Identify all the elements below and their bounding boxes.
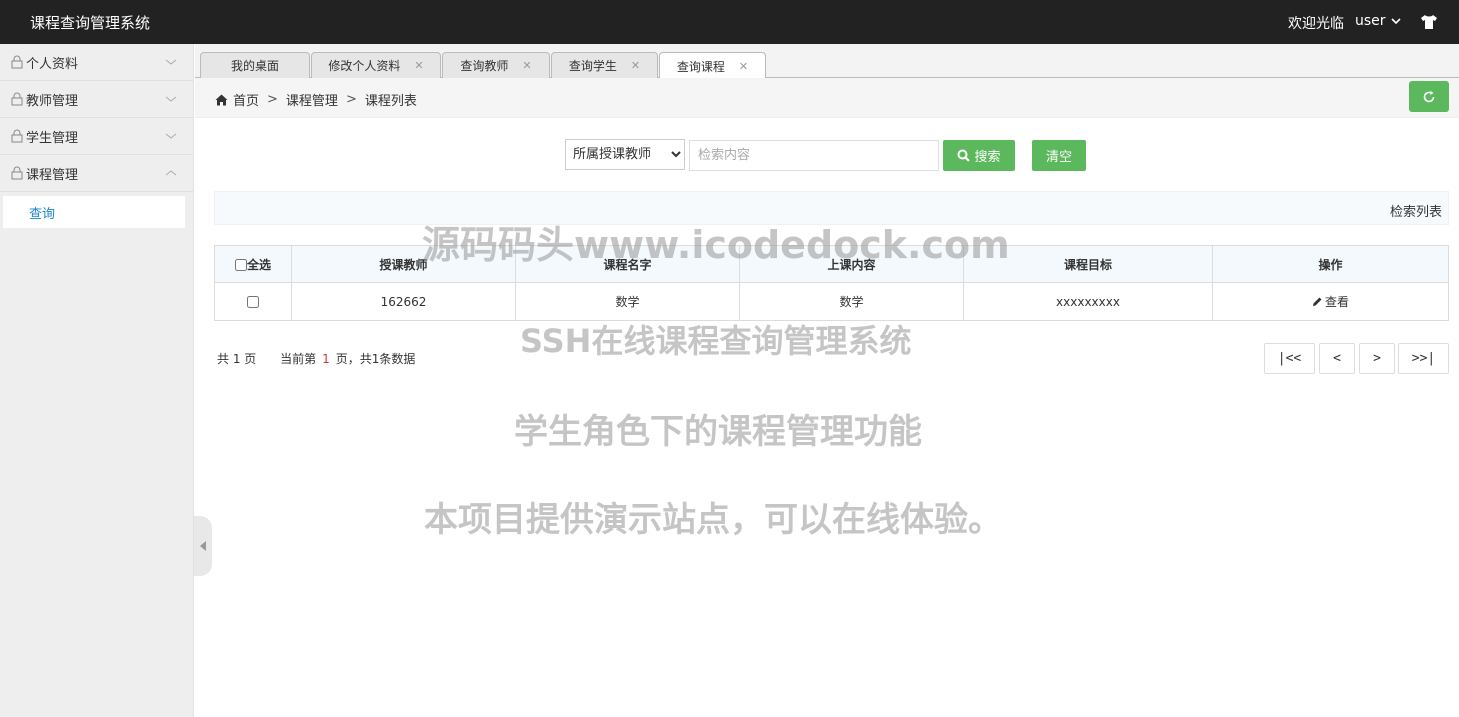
tab-label: 查询教师	[460, 59, 509, 73]
cell-content: 数学	[739, 282, 964, 321]
app-title: 课程查询管理系统	[30, 14, 151, 32]
close-icon[interactable]: ✕	[631, 59, 640, 72]
table-row: 162662 数学 数学 xxxxxxxxx 查看	[214, 282, 1449, 321]
sidebar-item-label: 教师管理	[26, 93, 79, 109]
current-page-suffix: 页，共1条数据	[335, 352, 416, 366]
list-header: 检索列表	[214, 191, 1449, 225]
search-button[interactable]: 搜索	[943, 140, 1015, 171]
user-name: user	[1355, 13, 1386, 29]
select-all-checkbox[interactable]	[234, 259, 247, 271]
lock-icon	[11, 129, 23, 143]
search-button-label: 搜索	[974, 150, 1001, 165]
breadcrumb-course-list: 课程列表	[364, 94, 417, 109]
chevron-down-icon	[165, 59, 177, 65]
sidebar-collapse-handle[interactable]	[194, 516, 212, 576]
view-label: 查看	[1324, 295, 1349, 309]
tab-query-teachers[interactable]: 查询教师 ✕	[442, 52, 550, 78]
refresh-button[interactable]	[1409, 81, 1449, 112]
user-menu[interactable]: user	[1355, 13, 1402, 29]
tab-edit-profile[interactable]: 修改个人资料 ✕	[311, 52, 441, 78]
tab-label: 查询学生	[568, 59, 617, 73]
search-icon	[957, 149, 971, 162]
tab-query-courses[interactable]: 查询课程 ✕	[659, 52, 766, 79]
next-page-button[interactable]: >	[1359, 343, 1395, 374]
tab-query-students[interactable]: 查询学生 ✕	[551, 52, 658, 78]
list-title: 检索列表	[1389, 205, 1442, 220]
tab-label: 查询课程	[676, 59, 725, 74]
sidebar-item-courses[interactable]: 课程管理	[0, 155, 193, 192]
sidebar-item-label: 课程管理	[26, 167, 79, 183]
tab-desktop[interactable]: 我的桌面	[200, 52, 310, 78]
tab-bar: 我的桌面 修改个人资料 ✕ 查询教师 ✕ 查询学生 ✕ 查询课程 ✕	[195, 44, 1459, 79]
sidebar-item-label: 个人资料	[26, 56, 79, 72]
lock-icon	[11, 55, 23, 69]
view-button[interactable]: 查看	[1312, 293, 1349, 310]
sidebar-subitem-query[interactable]: 查询	[3, 196, 185, 228]
watermark-line: 学生角色下的课程管理功能	[514, 412, 922, 452]
column-label: 全选	[246, 257, 271, 272]
caret-left-icon	[200, 541, 206, 551]
cell-actions: 查看	[1212, 282, 1449, 321]
lock-icon	[11, 92, 23, 106]
prev-page-button[interactable]: <	[1319, 343, 1355, 374]
close-icon[interactable]: ✕	[739, 60, 748, 73]
close-icon[interactable]: ✕	[414, 59, 423, 72]
last-page-button[interactable]: >>|	[1398, 343, 1449, 374]
table-header-row: 全选 授课教师 课程名字 上课内容 课程目标 操作	[214, 245, 1449, 283]
breadcrumb: 首页 > 课程管理 > 课程列表	[215, 90, 417, 109]
top-header: 课程查询管理系统 欢迎光临 user	[0, 0, 1459, 44]
first-page-button[interactable]: |<<	[1264, 343, 1315, 374]
chevron-down-icon	[165, 96, 177, 102]
current-page-prefix: 当前第	[280, 352, 317, 366]
column-header-teacher: 授课教师	[291, 245, 516, 283]
column-header-goal: 课程目标	[963, 245, 1213, 283]
breadcrumb-bar: 首页 > 课程管理 > 课程列表	[195, 78, 1459, 118]
tshirt-icon[interactable]	[1420, 13, 1438, 31]
row-checkbox[interactable]	[247, 296, 259, 308]
watermark-line: SSH在线课程查询管理系统	[520, 322, 912, 360]
course-table: 全选 授课教师 课程名字 上课内容 课程目标 操作 162662 数学 数学 x…	[214, 245, 1449, 321]
breadcrumb-separator: >	[267, 92, 278, 107]
close-icon[interactable]: ✕	[522, 59, 531, 72]
search-field-select[interactable]: 所属授课教师	[565, 139, 685, 170]
column-header-select-all: 全选	[214, 245, 292, 283]
chevron-down-icon	[1390, 18, 1401, 25]
sidebar-item-label: 学生管理	[26, 130, 79, 146]
breadcrumb-course-management[interactable]: 课程管理	[286, 90, 338, 109]
search-input[interactable]	[689, 140, 939, 171]
column-header-actions: 操作	[1212, 245, 1449, 283]
row-select-cell	[214, 282, 292, 321]
cell-teacher: 162662	[291, 282, 516, 321]
sidebar-item-teachers[interactable]: 教师管理	[0, 81, 193, 118]
pagination-info: 共 1 页 当前第 1 页，共1条数据	[217, 350, 415, 367]
tab-label: 修改个人资料	[328, 59, 401, 73]
column-header-content: 上课内容	[739, 245, 964, 283]
chevron-down-icon	[165, 133, 177, 139]
sidebar-item-students[interactable]: 学生管理	[0, 118, 193, 155]
tab-label: 我的桌面	[230, 59, 279, 73]
watermark-line: 本项目提供演示站点，可以在线体验。	[424, 500, 1002, 540]
total-pages-text: 共 1 页	[217, 352, 257, 366]
refresh-icon	[1423, 90, 1435, 102]
sidebar-item-profile[interactable]: 个人资料	[0, 44, 193, 81]
clear-button[interactable]: 清空	[1032, 140, 1086, 171]
column-header-course-name: 课程名字	[515, 245, 740, 283]
breadcrumb-home[interactable]: 首页	[233, 90, 259, 109]
pencil-icon	[1312, 297, 1322, 306]
chevron-up-icon	[165, 170, 177, 176]
lock-icon	[11, 166, 23, 180]
cell-goal: xxxxxxxxx	[963, 282, 1213, 321]
cell-course-name: 数学	[515, 282, 740, 321]
sidebar: 个人资料 教师管理 学生管理 课程管理 查询	[0, 44, 194, 717]
current-page-number: 1	[322, 352, 330, 366]
welcome-text: 欢迎光临	[1288, 16, 1344, 32]
breadcrumb-separator: >	[345, 92, 357, 107]
home-icon	[215, 94, 228, 105]
